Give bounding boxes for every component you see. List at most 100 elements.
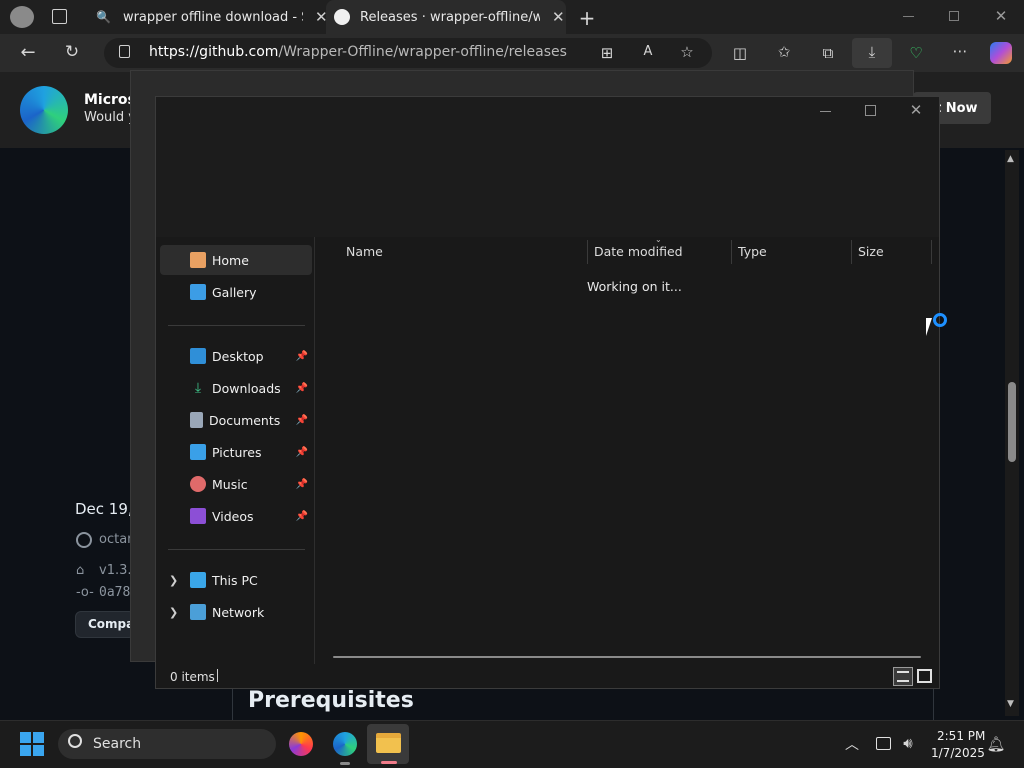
nav-separator [168,549,305,550]
start-tile [33,732,44,743]
search-icon [68,734,82,748]
chevron-right-icon[interactable]: ❯ [169,606,178,619]
tab-actions-icon[interactable] [52,9,67,24]
notification-bell-icon[interactable]: 🔔︎ [984,735,1008,753]
dialog-minimize-icon[interactable] [820,111,831,112]
profile-avatar[interactable] [10,6,34,28]
split-screen-icon[interactable]: ◫ [728,44,752,62]
clock-time[interactable]: 2:51 PM [937,729,985,743]
dialog-maximize-icon[interactable] [865,105,876,116]
nav-item-gallery[interactable]: Gallery [160,277,312,307]
start-tile [33,745,44,756]
column-divider[interactable] [851,240,852,264]
edge-icon[interactable] [333,732,357,756]
favorites-icon[interactable]: ✩ [772,43,796,61]
active-app-indicator [381,761,397,764]
pin-icon[interactable]: 📌 [296,415,308,426]
new-tab-icon[interactable]: + [575,6,599,30]
banner-button-label: t Now [935,101,978,116]
nav-label: Music [212,476,248,492]
item-count: 0 items [170,670,215,684]
pin-icon[interactable]: 📌 [296,511,308,522]
restore-icon[interactable] [949,11,959,21]
column-divider[interactable] [931,240,932,264]
nav-item-downloads[interactable]: ⤓ Downloads 📌 [160,373,312,403]
more-icon[interactable]: ⋯ [948,42,972,60]
tab-search[interactable]: 🔍 wrapper offline download - Searc ✕ [88,0,328,34]
column-date-modified[interactable]: Date modified [594,244,683,259]
nav-item-this-pc[interactable]: ❯ This PC [160,565,312,595]
documents-icon [190,412,203,428]
dialog-toolbar-area [156,97,939,237]
nav-item-home[interactable]: Home [160,245,312,275]
refresh-icon[interactable]: ↻ [60,42,84,62]
collections-icon[interactable]: ⧉ [816,44,840,62]
details-view-lines [897,671,909,682]
tab-releases[interactable]: Releases · wrapper-offline/wrapp ✕ [326,0,566,34]
nav-label: Documents [209,412,281,428]
start-tile [20,745,31,756]
display-icon[interactable] [876,737,891,750]
performance-icon[interactable]: ♡ [904,44,928,62]
downloads-icon: ⤓ [194,380,202,396]
busy-cursor-icon [926,318,932,336]
nav-item-network[interactable]: ❯ Network [160,597,312,627]
close-icon[interactable]: ✕ [552,8,565,26]
back-icon[interactable]: ← [16,42,40,63]
column-divider[interactable] [731,240,732,264]
chevron-right-icon[interactable]: ❯ [169,574,178,587]
nav-item-documents[interactable]: Documents 📌 [160,405,312,435]
nav-label: Gallery [212,284,257,300]
close-window-icon[interactable]: ✕ [989,7,1013,25]
nav-label: Pictures [212,444,262,460]
videos-icon [190,508,206,524]
page-scroll-thumb[interactable] [1008,382,1016,462]
start-button[interactable] [20,732,44,756]
edge-logo-icon [20,86,68,134]
nav-label: Videos [212,508,254,524]
minimize-icon[interactable] [903,16,914,17]
release-commit[interactable]: 0a78 [99,585,130,600]
nav-item-desktop[interactable]: Desktop 📌 [160,341,312,371]
pin-icon[interactable]: 📌 [296,351,308,362]
column-divider[interactable] [587,240,588,264]
copilot-icon[interactable] [990,42,1012,64]
github-icon [334,9,350,25]
read-aloud-icon[interactable]: A [636,44,660,59]
app-available-icon[interactable]: ⊞ [595,44,619,62]
scroll-down-icon[interactable]: ▼ [1007,699,1014,709]
sort-indicator-icon: ⌄ [655,235,662,244]
scroll-up-icon[interactable]: ▲ [1007,154,1014,164]
pin-icon[interactable]: 📌 [296,383,308,394]
page-divider-right [933,688,934,720]
clock-date[interactable]: 1/7/2025 [931,746,985,760]
nav-label: Desktop [212,348,264,364]
pin-icon[interactable]: 📌 [296,447,308,458]
status-divider [217,669,218,682]
pin-icon[interactable]: 📌 [296,479,308,490]
dialog-close-icon[interactable]: ✕ [904,101,928,119]
tiles-view-icon[interactable] [917,669,932,683]
favorite-star-icon[interactable]: ☆ [675,43,699,61]
tab-title: Releases · wrapper-offline/wrapp [360,9,540,25]
dialog-status-bar [156,664,939,688]
horizontal-scrollbar[interactable] [333,656,921,658]
nav-item-pictures[interactable]: Pictures 📌 [160,437,312,467]
author-avatar-icon [76,532,92,548]
desktop-icon [190,348,206,364]
column-type[interactable]: Type [738,244,767,259]
taskbar-search-label: Search [93,736,142,752]
firefox-icon[interactable] [289,732,313,756]
taskbar-search-input[interactable] [58,729,276,759]
nav-label: This PC [212,572,258,588]
nav-item-videos[interactable]: Videos 📌 [160,501,312,531]
loading-message: Working on it... [587,279,682,294]
column-size[interactable]: Size [858,244,884,259]
volume-icon[interactable]: 🔊︎ [896,734,920,752]
nav-label: Home [212,252,249,268]
nav-item-music[interactable]: Music 📌 [160,469,312,499]
column-name[interactable]: Name [346,244,383,259]
chevron-up-icon[interactable]: ︿ [840,734,864,754]
url-text: https://github.com/Wrapper-Offline/wrapp… [149,44,567,60]
home-icon [190,252,206,268]
